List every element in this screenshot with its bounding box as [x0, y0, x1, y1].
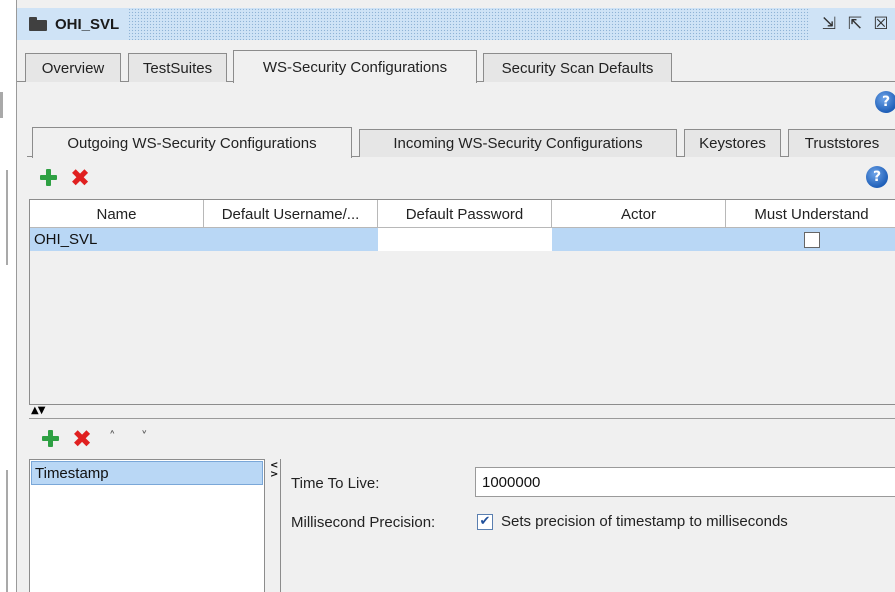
tab-keystores[interactable]: Keystores	[684, 129, 781, 157]
title-bar[interactable]: OHI_SVL ⇲ ⇱ ☒	[17, 8, 895, 40]
window-controls: ⇲ ⇱ ☒	[810, 8, 895, 40]
cell-must-understand	[726, 228, 895, 251]
remove-entry-icon[interactable]: ✖	[72, 427, 92, 451]
host-window-edge	[0, 0, 16, 592]
restore-icon[interactable]: ⇲	[818, 14, 840, 34]
time-to-live-label: Time To Live:	[291, 475, 380, 492]
ohi-svl-project-window: OHI_SVL ⇲ ⇱ ☒ Overview TestSuites WS-Sec…	[16, 0, 895, 592]
inner-tab-strip: Outgoing WS-Security Configurations Inco…	[27, 127, 895, 158]
remove-configuration-icon[interactable]: ✖	[70, 166, 90, 190]
cell-actor[interactable]	[552, 228, 726, 251]
column-header-must-understand[interactable]: Must Understand	[726, 200, 895, 228]
folder-icon	[29, 17, 47, 31]
help-icon[interactable]: ?	[875, 91, 895, 113]
vertical-splitter[interactable]: < >	[269, 459, 281, 592]
tab-truststores[interactable]: Truststores	[788, 129, 895, 157]
add-entry-icon[interactable]	[41, 429, 59, 447]
column-header-actor[interactable]: Actor	[552, 200, 726, 228]
main-tab-strip: Overview TestSuites WS-Security Configur…	[17, 50, 895, 83]
tab-testsuites[interactable]: TestSuites	[128, 53, 227, 82]
horizontal-splitter[interactable]	[29, 418, 895, 419]
cell-name[interactable]: OHI_SVL	[30, 228, 204, 251]
cell-default-password[interactable]	[378, 228, 552, 251]
window-title: OHI_SVL	[55, 15, 120, 33]
tab-security-scan-defaults[interactable]: Security Scan Defaults	[483, 53, 672, 82]
host-edge-fragment	[6, 470, 8, 592]
must-understand-checkbox[interactable]	[803, 231, 820, 248]
time-to-live-input[interactable]: 1000000	[475, 467, 895, 497]
tab-incoming-ws-security[interactable]: Incoming WS-Security Configurations	[359, 129, 677, 157]
millisecond-precision-label: Millisecond Precision:	[291, 514, 436, 531]
collapse-panel-icon[interactable]: < >	[270, 461, 278, 480]
move-up-icon[interactable]: ˄	[109, 430, 116, 445]
entries-list: Timestamp	[29, 459, 265, 592]
host-edge-fragment	[0, 92, 3, 118]
maximize-icon[interactable]: ⇱	[844, 14, 866, 34]
close-icon[interactable]: ☒	[870, 14, 892, 34]
tab-ws-security-configurations[interactable]: WS-Security Configurations	[233, 50, 477, 83]
move-down-icon[interactable]: ˅	[141, 430, 148, 445]
help-icon[interactable]: ?	[866, 166, 888, 188]
tab-outgoing-ws-security[interactable]: Outgoing WS-Security Configurations	[32, 127, 352, 158]
host-edge-fragment	[6, 170, 8, 265]
column-header-default-username[interactable]: Default Username/...	[204, 200, 378, 228]
configurations-table: Name Default Username/... Default Passwo…	[29, 199, 895, 405]
title-area: OHI_SVL	[17, 8, 130, 40]
list-item-timestamp[interactable]: Timestamp	[31, 461, 263, 485]
timestamp-properties: Time To Live: 1000000 Millisecond Precis…	[282, 459, 895, 592]
splitter-toggle-icon[interactable]: ▲▼	[31, 405, 45, 416]
table-row[interactable]: OHI_SVL	[30, 228, 895, 251]
column-header-default-password[interactable]: Default Password	[378, 200, 552, 228]
table-header: Name Default Username/... Default Passwo…	[30, 200, 895, 228]
add-configuration-icon[interactable]	[39, 168, 57, 186]
cell-default-username[interactable]	[204, 228, 378, 251]
millisecond-precision-checkbox[interactable]: ✔	[477, 514, 493, 530]
column-header-name[interactable]: Name	[30, 200, 204, 228]
millisecond-precision-text[interactable]: Sets precision of timestamp to milliseco…	[501, 513, 788, 530]
tab-overview[interactable]: Overview	[25, 53, 121, 82]
